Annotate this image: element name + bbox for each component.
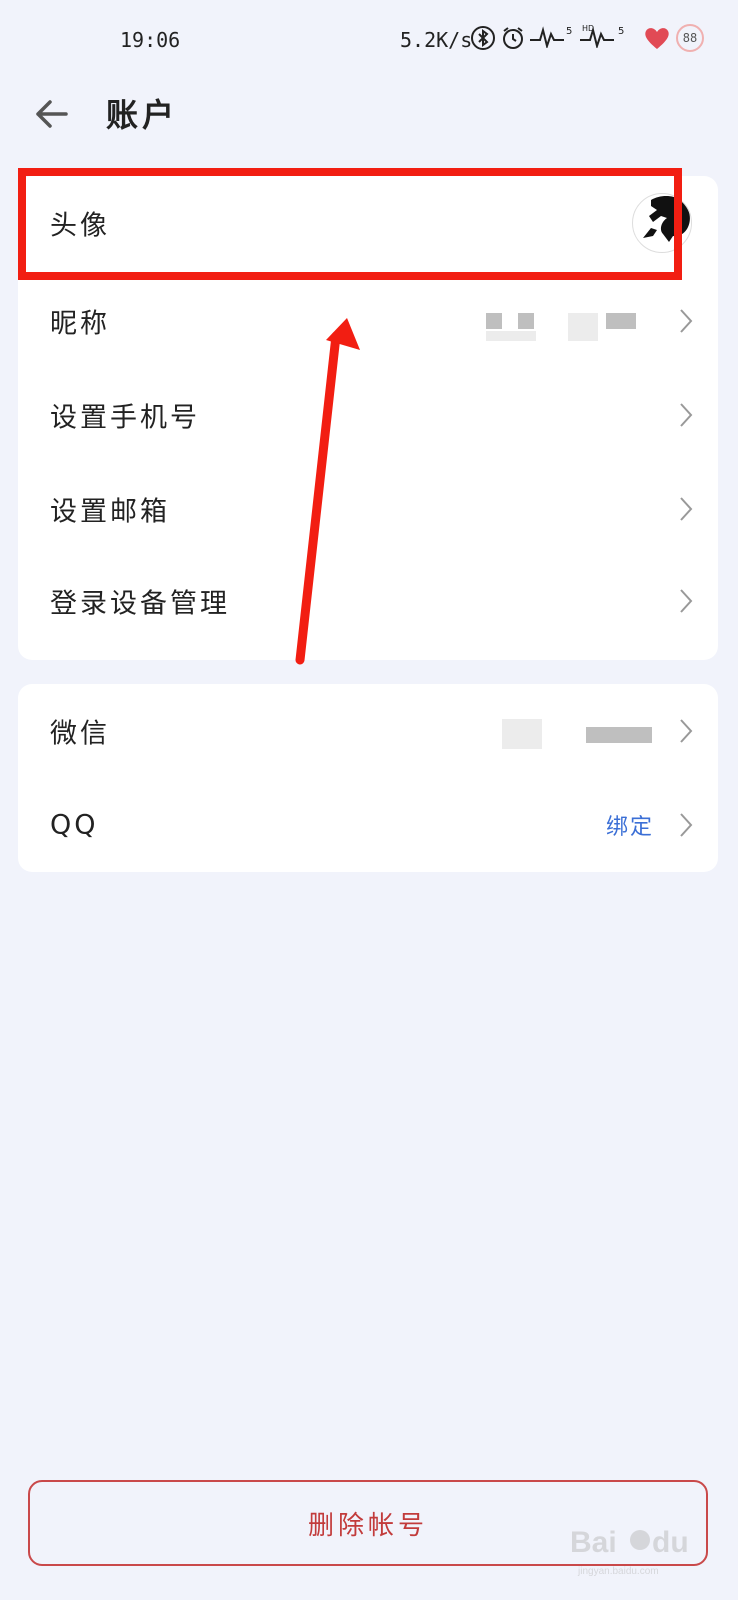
chevron-right-icon [680,719,693,743]
svg-text:5: 5 [618,26,624,37]
page-title: 账户 [106,96,179,134]
row-nickname[interactable]: 昵称 [18,274,718,368]
chevron-right-icon [680,497,693,521]
arrow-left-icon [36,100,68,128]
status-bar: 19:06 5.2K/s 5 HD 5 88 [0,0,738,80]
header: 账户 [0,80,738,160]
svg-text:5: 5 [566,26,572,37]
status-net-speed: 5.2K/s [400,28,473,52]
baidu-watermark: Bai du jingyan.baidu.com [570,1526,689,1577]
chevron-right-icon [680,309,693,333]
status-icons: 5 HD 5 88 [470,22,704,53]
status-time: 19:06 [120,28,181,52]
row-avatar[interactable]: 头像 [18,176,718,270]
account-card: 头像 昵称 设置手机号 设置邮箱 登录设备管理 [18,176,718,660]
back-button[interactable] [32,94,72,134]
qq-bind-link[interactable]: 绑定 [606,809,654,841]
row-label-set-phone: 设置手机号 [50,402,200,434]
hd-signal-5-icon: HD 5 [580,22,638,53]
avatar[interactable] [632,193,692,253]
delete-account-label: 删除帐号 [307,1510,428,1541]
heart-icon [642,25,669,51]
row-set-phone[interactable]: 设置手机号 [18,368,718,462]
battery-icon: 88 [676,23,704,52]
row-label-set-email: 设置邮箱 [50,496,170,528]
row-qq[interactable]: QQ 绑定 [18,778,718,872]
wechat-value-blurred [498,711,654,751]
row-label-qq: QQ [50,809,99,841]
row-wechat[interactable]: 微信 [18,684,718,778]
alarm-icon [500,25,526,51]
svg-text:jingyan.baidu.com: jingyan.baidu.com [577,1566,659,1577]
nickname-value-blurred [478,301,654,341]
row-device-management[interactable]: 登录设备管理 [18,554,718,648]
row-label-avatar: 头像 [50,210,110,242]
row-label-device-management: 登录设备管理 [50,588,230,620]
bluetooth-icon [470,25,496,51]
svg-text:du: du [652,1526,689,1559]
svg-text:Bai: Bai [570,1526,617,1559]
signal-5-icon: 5 [530,22,576,53]
row-set-email[interactable]: 设置邮箱 [18,462,718,556]
row-label-nickname: 昵称 [50,308,110,340]
binding-card: 微信 QQ 绑定 [18,684,718,872]
row-label-wechat: 微信 [50,718,110,750]
chevron-right-icon [680,403,693,427]
chevron-right-icon [680,589,693,613]
chevron-right-icon [680,813,693,837]
